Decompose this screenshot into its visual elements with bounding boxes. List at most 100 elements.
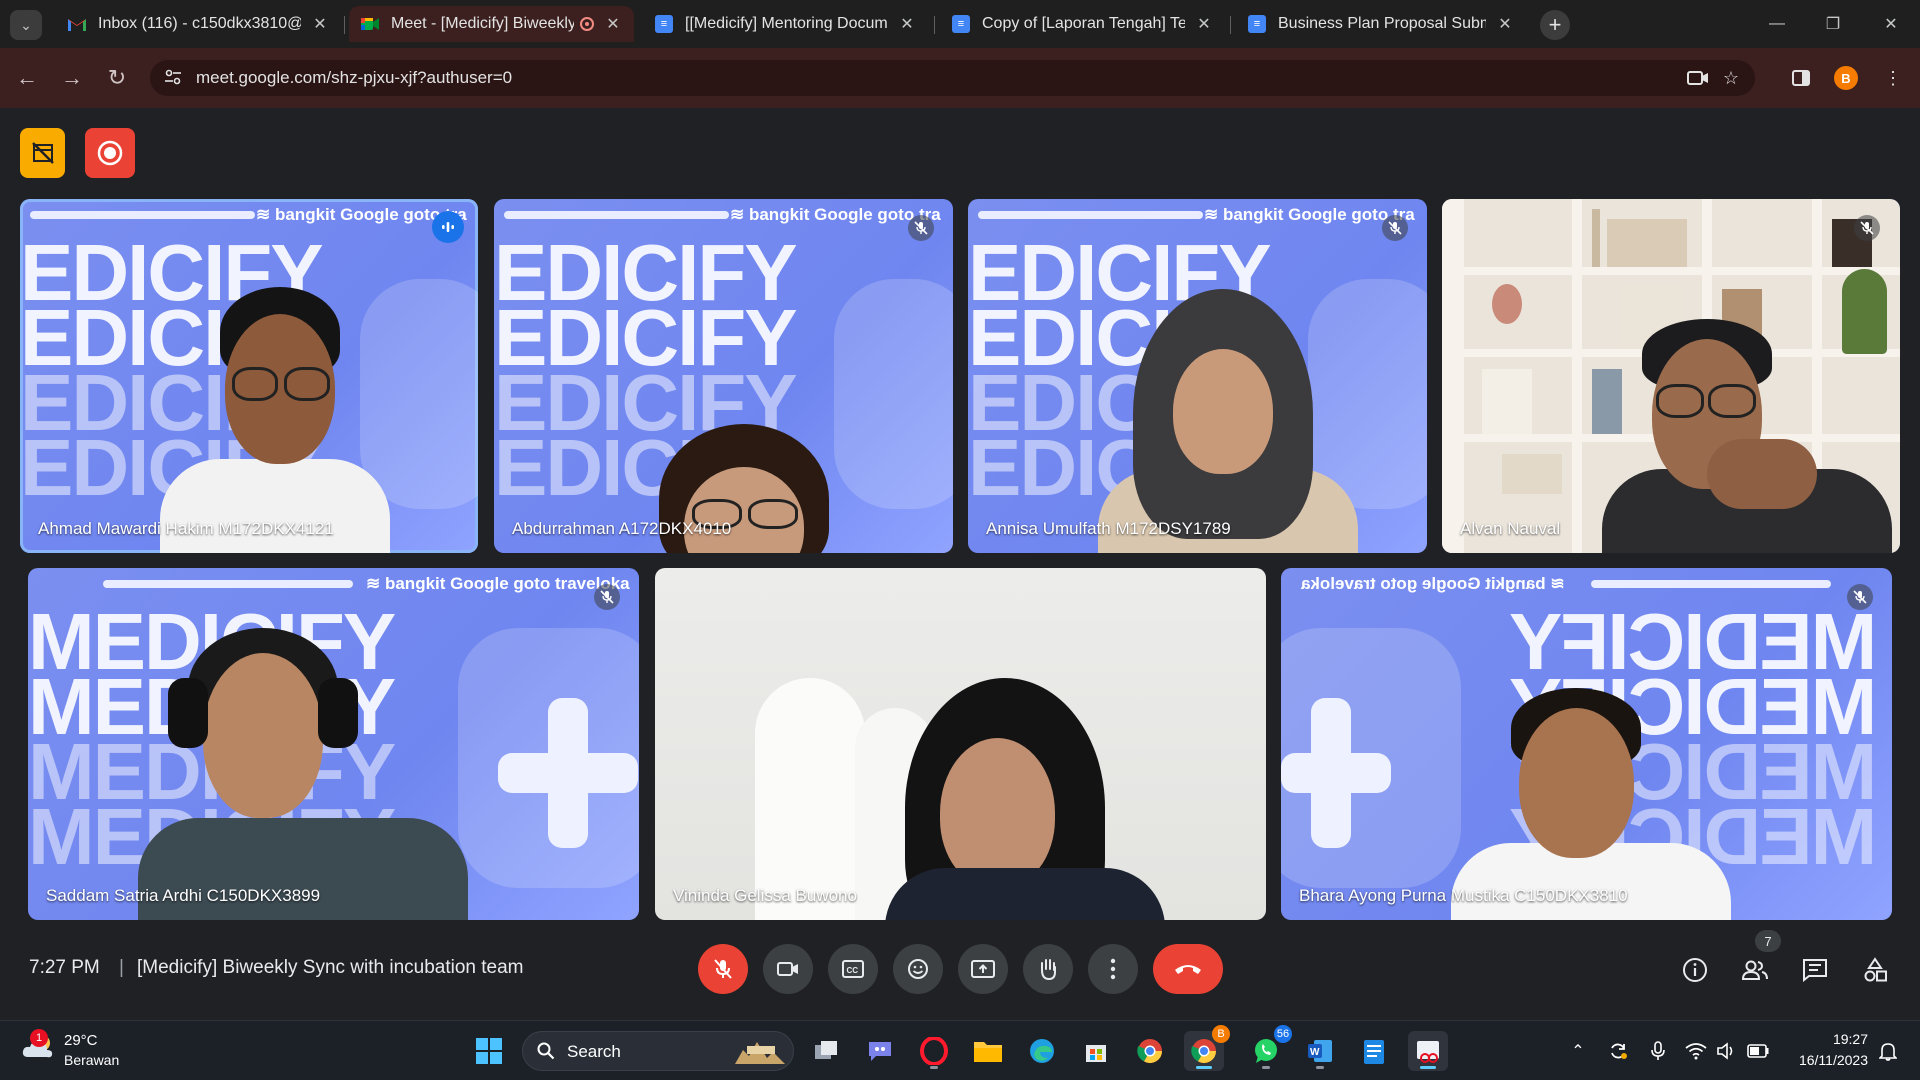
side-panel-icon[interactable] bbox=[1786, 63, 1816, 93]
mic-off-icon bbox=[1847, 584, 1873, 610]
close-tab-icon[interactable]: ✕ bbox=[898, 14, 916, 34]
browser-menu-icon[interactable]: ⋮ bbox=[1878, 63, 1908, 93]
tab-laporan-doc[interactable]: ≡ Copy of [Laporan Tengah] Temp ✕ bbox=[940, 6, 1225, 42]
chrome-profile-icon[interactable]: B bbox=[1184, 1025, 1230, 1071]
battery-icon[interactable] bbox=[1746, 1039, 1770, 1063]
microphone-icon[interactable] bbox=[1646, 1039, 1670, 1063]
participant-name: Annisa Umulfath M172DSY1789 bbox=[986, 519, 1231, 538]
more-options-button[interactable] bbox=[1088, 944, 1138, 994]
mic-off-button[interactable] bbox=[698, 944, 748, 994]
activities-icon[interactable] bbox=[1858, 953, 1892, 987]
close-tab-icon[interactable]: ✕ bbox=[1496, 14, 1514, 34]
gmail-icon bbox=[68, 15, 86, 33]
show-hidden-icons-chevron-icon[interactable]: ⌃ bbox=[1566, 1039, 1590, 1063]
tab-title: Meet - [Medicify] Biweekly bbox=[391, 15, 574, 32]
mic-off-icon bbox=[1854, 215, 1880, 241]
task-view-icon[interactable] bbox=[806, 1031, 846, 1071]
meeting-title: [Medicify] Biweekly Sync with incubation… bbox=[137, 957, 524, 978]
google-docs-icon: ≡ bbox=[655, 15, 673, 33]
mic-off-icon bbox=[908, 215, 934, 241]
chrome-icon[interactable] bbox=[1130, 1031, 1170, 1071]
emoji-button[interactable] bbox=[893, 944, 943, 994]
meeting-clock: 7:27 PM bbox=[29, 957, 100, 978]
participants-count-badge: 7 bbox=[1755, 930, 1781, 952]
back-icon[interactable]: ← bbox=[12, 63, 42, 93]
participant-tile[interactable]: ≋ bangkit Google goto tra EDICIFY EDICIF… bbox=[494, 199, 953, 553]
address-bar[interactable]: meet.google.com/shz-pjxu-xjf?authuser=0 … bbox=[150, 60, 1755, 96]
chat-icon[interactable] bbox=[1798, 953, 1832, 987]
leave-call-button[interactable] bbox=[1153, 944, 1223, 994]
minimize-icon[interactable]: — bbox=[1752, 6, 1802, 42]
teams-chat-icon[interactable] bbox=[860, 1031, 900, 1071]
taskbar-search[interactable]: Search bbox=[522, 1031, 794, 1071]
url-text: meet.google.com/shz-pjxu-xjf?authuser=0 bbox=[196, 68, 513, 87]
forward-icon[interactable]: → bbox=[57, 63, 87, 93]
site-info-icon[interactable] bbox=[164, 68, 184, 88]
microsoft-store-icon[interactable] bbox=[1076, 1031, 1116, 1071]
notepad-icon[interactable] bbox=[1354, 1031, 1394, 1071]
bookmark-star-icon[interactable]: ☆ bbox=[1718, 66, 1744, 90]
word-icon[interactable]: W bbox=[1300, 1031, 1340, 1071]
camera-in-use-icon[interactable] bbox=[1685, 66, 1711, 90]
participant-tile[interactable]: ≋ bangkit Google goto tra EDICIFY EDICIF… bbox=[20, 199, 478, 553]
weather-description: Berawan bbox=[64, 1052, 120, 1068]
recording-icon[interactable] bbox=[85, 128, 135, 178]
media-off-indicator-icon[interactable] bbox=[20, 128, 65, 178]
meeting-info-icon[interactable] bbox=[1678, 953, 1712, 987]
participant-tile[interactable]: ≋ bangkit Google goto traveloka MEDICIFY… bbox=[1281, 568, 1892, 920]
weather-cloud-icon[interactable]: 1 bbox=[22, 1029, 54, 1061]
system-clock-date[interactable]: 16/11/2023 bbox=[1799, 1052, 1868, 1068]
svg-text:CC: CC bbox=[847, 966, 859, 975]
camera-button[interactable] bbox=[763, 944, 813, 994]
windows-start-icon[interactable] bbox=[469, 1031, 509, 1071]
snipping-tool-icon[interactable] bbox=[1408, 1031, 1448, 1071]
google-docs-icon: ≡ bbox=[952, 15, 970, 33]
close-tab-icon[interactable]: ✕ bbox=[1195, 14, 1213, 34]
window-close-icon[interactable]: ✕ bbox=[1866, 6, 1916, 42]
recording-indicator-icon bbox=[580, 17, 594, 31]
mic-off-icon bbox=[594, 584, 620, 610]
whatsapp-badge: 56 bbox=[1274, 1025, 1292, 1043]
tab-title: Copy of [Laporan Tengah] Temp bbox=[982, 15, 1185, 32]
tab-mentoring-doc[interactable]: ≡ [[Medicify] Mentoring Docume ✕ bbox=[643, 6, 928, 42]
restore-icon[interactable]: ❐ bbox=[1808, 6, 1858, 42]
profile-avatar[interactable]: B bbox=[1834, 66, 1858, 90]
participant-name: Alvan Nauval bbox=[1460, 519, 1561, 538]
close-tab-icon[interactable]: ✕ bbox=[604, 14, 622, 34]
volume-icon[interactable] bbox=[1714, 1039, 1738, 1063]
new-tab-icon[interactable]: + bbox=[1540, 10, 1570, 40]
edge-icon[interactable] bbox=[1022, 1031, 1062, 1071]
notification-bell-icon[interactable] bbox=[1876, 1039, 1900, 1063]
wifi-icon[interactable] bbox=[1684, 1039, 1708, 1063]
people-icon[interactable] bbox=[1738, 953, 1772, 987]
mic-off-icon bbox=[1382, 215, 1408, 241]
tab-gmail[interactable]: Inbox (116) - c150dkx3810@ba ✕ bbox=[56, 6, 341, 42]
opera-icon[interactable] bbox=[914, 1031, 954, 1071]
participant-tile[interactable]: Vininda Gelissa Buwono bbox=[655, 568, 1266, 920]
windows-taskbar: 1 29°C Berawan Search B 56 W ⌃ 19:27 16/… bbox=[0, 1020, 1920, 1080]
reload-icon[interactable]: ↻ bbox=[102, 63, 132, 93]
participant-tile[interactable]: Alvan Nauval bbox=[1442, 199, 1900, 553]
participant-name: Abdurrahman A172DKX4010 bbox=[512, 519, 732, 538]
tab-search-icon[interactable]: ⌄ bbox=[10, 10, 42, 40]
participant-name: Ahmad Mawardi Hakim M172DKX4121 bbox=[38, 519, 334, 538]
raise-hand-button[interactable] bbox=[1023, 944, 1073, 994]
captions-button[interactable]: CC bbox=[828, 944, 878, 994]
whatsapp-icon[interactable]: 56 bbox=[1246, 1025, 1292, 1071]
participant-name: Bhara Ayong Purna Mustika C150DKX3810 bbox=[1299, 886, 1628, 905]
system-clock-time[interactable]: 19:27 bbox=[1833, 1031, 1868, 1047]
tab-title: Business Plan Proposal Submiss bbox=[1278, 15, 1486, 32]
close-tab-icon[interactable]: ✕ bbox=[311, 14, 329, 34]
participant-name: Saddam Satria Ardhi C150DKX3899 bbox=[46, 886, 321, 905]
tab-title: [[Medicify] Mentoring Docume bbox=[685, 15, 888, 32]
participant-tile[interactable]: ≋ bangkit Google goto tra EDICIFY EDICIF… bbox=[968, 199, 1427, 553]
participant-tile[interactable]: ≋ bangkit Google goto traveloka MEDICIFY… bbox=[28, 568, 639, 920]
sync-icon[interactable] bbox=[1606, 1039, 1630, 1063]
tab-meet[interactable]: Meet - [Medicify] Biweekly ✕ bbox=[349, 6, 634, 42]
tab-business-plan[interactable]: ≡ Business Plan Proposal Submiss ✕ bbox=[1236, 6, 1526, 42]
file-explorer-icon[interactable] bbox=[968, 1031, 1008, 1071]
google-meet-icon bbox=[361, 15, 379, 33]
present-button[interactable] bbox=[958, 944, 1008, 994]
participant-name: Vininda Gelissa Buwono bbox=[673, 886, 857, 905]
speaking-indicator-icon bbox=[432, 211, 464, 243]
